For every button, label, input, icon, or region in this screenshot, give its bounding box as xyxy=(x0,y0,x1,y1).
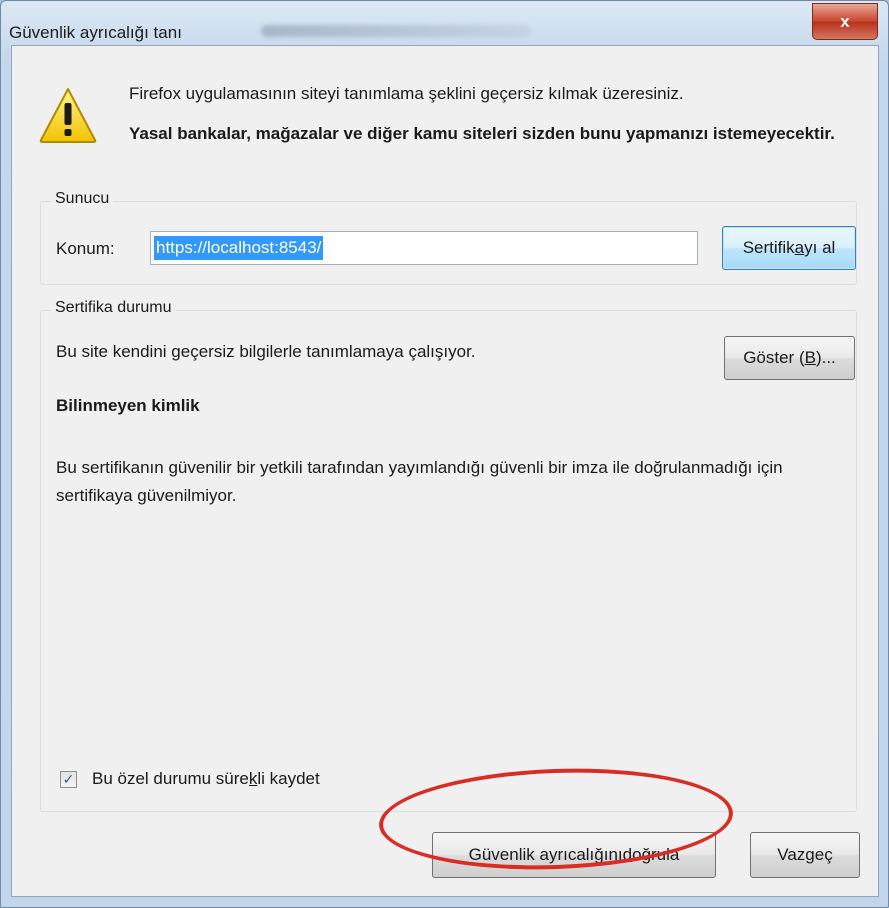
dialog-window: Güvenlik ayrıcalığı tanı x Firefox uygul… xyxy=(0,0,889,908)
location-value: https://localhost:8543/ xyxy=(154,236,324,260)
get-certificate-button[interactable]: Sertifik a yı al xyxy=(722,226,856,270)
get-cert-label-post: yı al xyxy=(804,238,836,257)
warning-icon xyxy=(39,88,97,143)
close-button[interactable]: x xyxy=(812,3,878,40)
permanent-exception-checkbox[interactable]: ✓ xyxy=(60,771,77,788)
show-label-pre: Göster ( xyxy=(743,348,805,367)
certificate-status-text: Bu site kendini geçersiz bilgilerle tanı… xyxy=(56,342,476,361)
server-group-label: Sunucu xyxy=(51,190,114,208)
close-icon: x xyxy=(840,11,850,31)
cancel-button[interactable]: Vazgeç xyxy=(750,832,860,878)
checkmark-icon: ✓ xyxy=(62,771,75,787)
title-bar: Güvenlik ayrıcalığı tanı x xyxy=(1,1,888,43)
cancel-label: Vazgeç xyxy=(777,845,833,864)
get-cert-label-pre: Sertifik xyxy=(742,238,795,257)
location-label: Konum: xyxy=(56,239,115,258)
certificate-description: Bu sertifikanın güvenilir bir yetkili ta… xyxy=(56,458,783,505)
show-accelerator: B xyxy=(804,348,816,367)
checkbox-label-pre: Bu özel durumu süre xyxy=(92,769,249,788)
checkbox-label-post: li kaydet xyxy=(257,769,320,788)
permanent-exception-label[interactable]: Bu özel durumu sürekli kaydet xyxy=(92,769,320,789)
location-input[interactable]: https://localhost:8543/ xyxy=(150,231,698,265)
dialog-content: Firefox uygulamasının siteyi tanımlama ş… xyxy=(11,45,879,897)
show-certificate-button[interactable]: Göster (B)... xyxy=(724,336,855,380)
show-label-post: )... xyxy=(815,348,836,367)
certificate-status-label: Sertifika durumu xyxy=(51,299,176,317)
blurred-title-text xyxy=(261,25,531,37)
warning-message-bold: Yasal bankalar, mağazalar ve diğer kamu … xyxy=(129,124,835,143)
warning-message: Firefox uygulamasının siteyi tanımlama ş… xyxy=(129,84,684,103)
certificate-status-group: Sertifika durumu xyxy=(40,299,857,812)
window-title: Güvenlik ayrıcalığı tanı xyxy=(9,23,182,42)
get-cert-accelerator: a xyxy=(794,238,805,257)
unknown-identity-heading: Bilinmeyen kimlik xyxy=(56,396,200,415)
